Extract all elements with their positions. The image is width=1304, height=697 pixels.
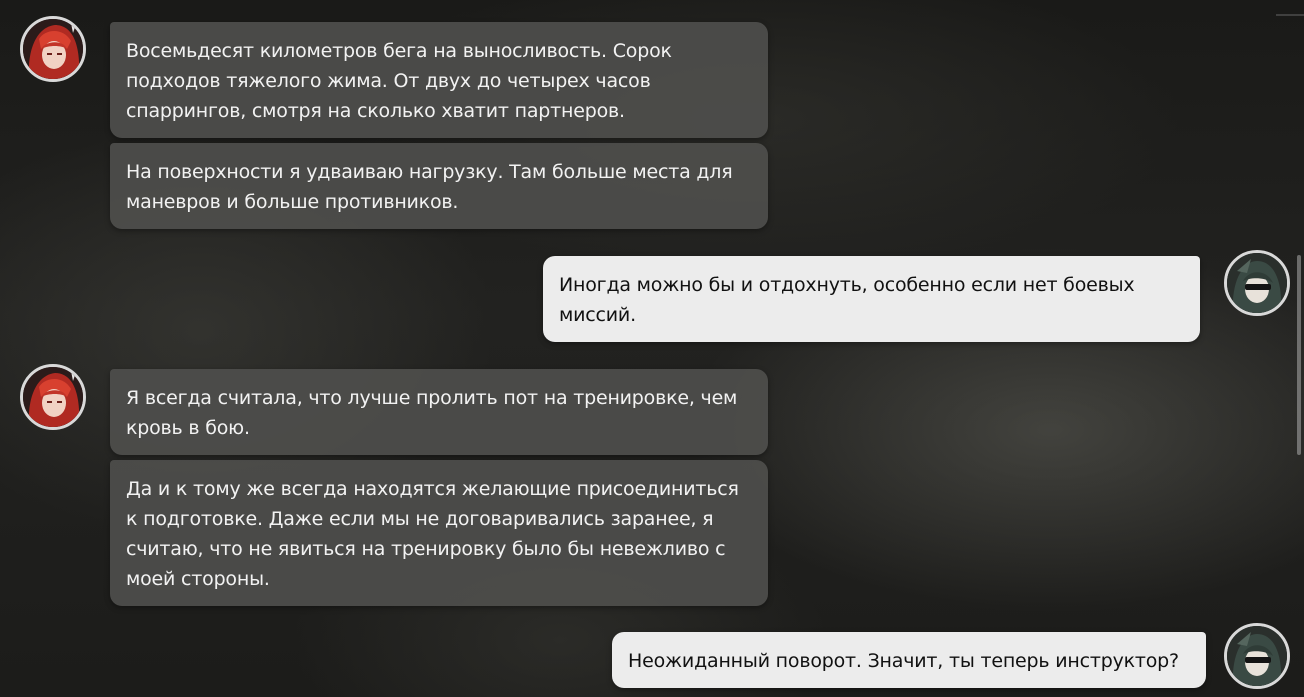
top-indicator <box>1276 14 1304 16</box>
dark-hair-portrait-icon <box>1227 253 1287 313</box>
message-bubble-outgoing: Иногда можно бы и отдохнуть, особенно ес… <box>543 256 1200 342</box>
message-text: Восемьдесят километров бега на выносливо… <box>126 40 672 122</box>
message-text: Иногда можно бы и отдохнуть, особенно ес… <box>559 274 1135 326</box>
message-text: Я всегда считала, что лучше пролить пот … <box>126 387 738 439</box>
player-avatar[interactable] <box>1224 250 1290 316</box>
character-avatar[interactable] <box>20 16 86 82</box>
message-bubble-incoming: Я всегда считала, что лучше пролить пот … <box>110 369 768 455</box>
message-bubble-incoming: Да и к тому же всегда находятся желающие… <box>110 460 768 606</box>
dark-hair-portrait-icon <box>1227 626 1287 686</box>
message-bubble-incoming: На поверхности я удваиваю нагрузку. Там … <box>110 143 768 229</box>
message-text: Да и к тому же всегда находятся желающие… <box>126 478 739 590</box>
chat-area: Восемьдесят километров бега на выносливо… <box>0 0 1304 697</box>
red-hair-portrait-icon <box>23 19 83 79</box>
red-hair-portrait-icon <box>23 367 83 427</box>
player-avatar[interactable] <box>1224 623 1290 689</box>
message-text: Неожиданный поворот. Значит, ты теперь и… <box>628 650 1179 672</box>
scrollbar[interactable] <box>1297 255 1301 455</box>
message-bubble-outgoing: Неожиданный поворот. Значит, ты теперь и… <box>612 632 1206 688</box>
message-text: На поверхности я удваиваю нагрузку. Там … <box>126 161 733 213</box>
character-avatar[interactable] <box>20 364 86 430</box>
message-bubble-incoming: Восемьдесят километров бега на выносливо… <box>110 22 768 138</box>
